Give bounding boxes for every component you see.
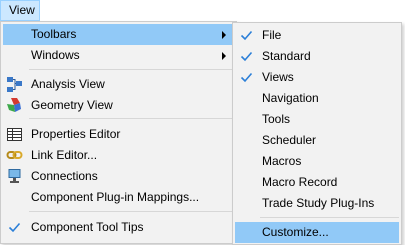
checkmark-icon xyxy=(6,219,23,236)
connections-monitor-icon xyxy=(6,168,23,185)
properties-grid-icon xyxy=(6,126,23,143)
menu-item-label: Analysis View xyxy=(31,77,105,91)
submenu-item-label: Standard xyxy=(262,49,311,63)
menubar-view[interactable]: View xyxy=(0,0,40,21)
menu-item-toolbars[interactable]: Toolbars xyxy=(3,24,234,45)
menu-item-properties-editor[interactable]: Properties Editor xyxy=(3,124,234,145)
submenu-item-macro-record[interactable]: Macro Record xyxy=(235,172,399,193)
submenu-item-file[interactable]: File xyxy=(235,25,399,46)
menu-item-label: Component Plug-in Mappings... xyxy=(31,190,200,204)
submenu-item-label: Scheduler xyxy=(262,133,317,147)
checkmark-icon xyxy=(238,27,255,44)
submenu-item-views[interactable]: Views xyxy=(235,67,399,88)
submenu-item-label: Macro Record xyxy=(262,175,338,189)
menu-item-component-plugin-mappings[interactable]: Component Plug-in Mappings... xyxy=(3,187,234,208)
geometry-view-icon xyxy=(6,97,23,114)
submenu-item-scheduler[interactable]: Scheduler xyxy=(235,130,399,151)
menu-item-label: Windows xyxy=(31,48,80,62)
submenu-item-standard[interactable]: Standard xyxy=(235,46,399,67)
menu-item-connections[interactable]: Connections xyxy=(3,166,234,187)
submenu-item-trade-study-plugins[interactable]: Trade Study Plug-Ins xyxy=(235,193,399,214)
link-chain-icon xyxy=(6,147,23,164)
submenu-item-tools[interactable]: Tools xyxy=(235,109,399,130)
menu-item-analysis-view[interactable]: Analysis View xyxy=(3,74,234,95)
submenu-arrow-icon xyxy=(222,31,226,39)
submenu-item-label: Customize... xyxy=(262,225,329,239)
submenu-item-customize[interactable]: Customize... xyxy=(235,222,399,243)
menu-item-windows[interactable]: Windows xyxy=(3,45,234,66)
menu-item-label: Connections xyxy=(31,169,98,183)
menu-separator xyxy=(29,211,234,212)
menu-item-component-tool-tips[interactable]: Component Tool Tips xyxy=(3,217,234,238)
submenu-item-label: Trade Study Plug-Ins xyxy=(262,196,375,210)
checkmark-icon xyxy=(238,69,255,86)
submenu-item-label: Macros xyxy=(262,154,302,168)
analysis-view-icon xyxy=(6,76,23,93)
submenu-item-navigation[interactable]: Navigation xyxy=(235,88,399,109)
menu-item-label: Component Tool Tips xyxy=(31,220,144,234)
submenu-item-label: Views xyxy=(262,70,294,84)
submenu-item-label: Navigation xyxy=(262,91,319,105)
submenu-item-label: Tools xyxy=(262,112,291,126)
submenu-item-label: File xyxy=(262,28,282,42)
view-menu: Toolbars Windows Analysis View Geometry … xyxy=(0,21,237,244)
menu-item-label: Toolbars xyxy=(31,27,77,41)
submenu-item-macros[interactable]: Macros xyxy=(235,151,399,172)
menu-separator xyxy=(29,69,234,70)
menu-item-geometry-view[interactable]: Geometry View xyxy=(3,95,234,116)
menu-item-link-editor[interactable]: Link Editor... xyxy=(3,145,234,166)
toolbars-submenu: File Standard Views Navigation Tools Sch… xyxy=(232,22,402,245)
menu-separator xyxy=(29,118,234,119)
checkmark-icon xyxy=(238,48,255,65)
menu-separator xyxy=(260,217,399,218)
submenu-arrow-icon xyxy=(222,52,226,60)
menubar-view-label: View xyxy=(9,3,35,17)
menu-item-label: Geometry View xyxy=(31,98,113,112)
menu-item-label: Link Editor... xyxy=(31,148,98,162)
menu-item-label: Properties Editor xyxy=(31,127,121,141)
